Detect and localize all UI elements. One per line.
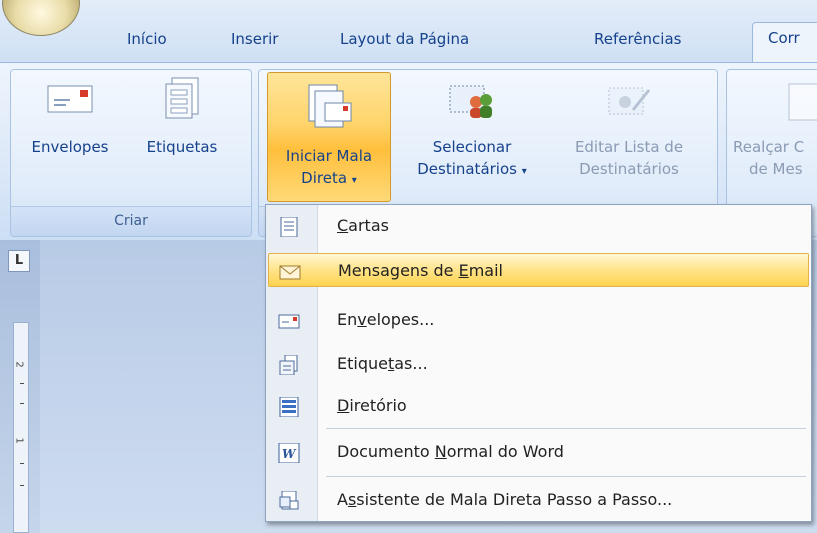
ruler-tick — [20, 485, 24, 486]
highlight-fields-icon — [788, 83, 817, 121]
tab-layout-da-pagina[interactable]: Layout da Página — [340, 28, 469, 62]
email-icon — [279, 265, 301, 280]
menu-item-label: Etiquetas... — [337, 354, 428, 373]
menu-item-cartas[interactable]: Cartas — [268, 209, 809, 243]
group-criar-label: Criar — [11, 206, 251, 236]
menu-item-documento-normal-do-word[interactable]: W Documento Normal do Word — [268, 435, 809, 469]
menu-item-envelopes[interactable]: Envelopes... — [268, 303, 809, 337]
ruler-tick — [20, 383, 24, 384]
menu-item-mensagens-de-email[interactable]: Mensagens de Email — [268, 253, 809, 287]
etiquetas-label: Etiquetas — [146, 138, 218, 156]
word-document-icon: W — [278, 443, 300, 463]
svg-text:W: W — [282, 447, 297, 461]
menu-item-label: Assistente de Mala Direta Passo a Passo.… — [337, 490, 673, 509]
menu-separator — [326, 476, 806, 477]
menu-item-assistente-mala-direta[interactable]: Assistente de Mala Direta Passo a Passo.… — [268, 483, 809, 517]
ribbon-tab-bar: Início Inserir Layout da Página Referênc… — [0, 0, 817, 64]
ruler-tick — [20, 463, 24, 464]
selecionar-label-line2: Destinatários ▾ — [417, 160, 527, 178]
selecionar-destinatarios-button[interactable]: Selecionar Destinatários ▾ — [397, 80, 547, 183]
realcar-label-line1: Realçar C — [733, 138, 805, 156]
envelopes-label: Envelopes — [31, 138, 109, 156]
iniciar-label-line2: Direta ▾ — [301, 169, 357, 187]
iniciar-mala-direta-button[interactable]: Iniciar Mala Direta ▾ — [267, 72, 391, 202]
ruler-number: 2 — [13, 361, 25, 368]
envelope-icon — [47, 85, 93, 113]
tab-correspondencias-label: Corr — [768, 29, 800, 47]
labels-icon — [279, 355, 298, 375]
menu-item-label: Documento Normal do Word — [337, 442, 564, 461]
etiquetas-button[interactable]: Etiquetas — [127, 77, 237, 158]
editar-lista-destinatarios-button[interactable]: Editar Lista de Destinatários — [549, 80, 709, 180]
directory-icon — [279, 397, 299, 417]
edit-recipient-list-icon — [608, 87, 651, 115]
editar-label-line1: Editar Lista de — [574, 138, 684, 156]
realcar-campos-button[interactable]: Realçar C de Mes — [733, 80, 817, 180]
tab-referencias[interactable]: Referências — [594, 28, 681, 62]
menu-item-label: Mensagens de Email — [338, 261, 503, 280]
envelope-icon — [278, 314, 300, 329]
vertical-ruler[interactable]: 2 1 — [13, 322, 29, 533]
mail-merge-icon — [308, 84, 352, 128]
tab-inicio[interactable]: Início — [127, 28, 167, 62]
menu-item-label: Envelopes... — [337, 310, 435, 329]
letter-icon — [280, 217, 298, 237]
menu-item-label: Cartas — [337, 216, 389, 235]
editar-label-line2: Destinatários — [579, 160, 679, 178]
labels-icon — [165, 77, 199, 119]
tab-inserir[interactable]: Inserir — [231, 28, 278, 62]
ruler-number: 1 — [13, 437, 25, 444]
group-criar: Envelopes Etiquetas Criar — [10, 69, 252, 237]
iniciar-mala-direta-menu: Cartas Mensagens de Email Envelopes... E… — [265, 204, 812, 522]
realcar-label-line2: de Mes — [749, 160, 803, 178]
menu-item-etiquetas[interactable]: Etiquetas... — [268, 347, 809, 381]
tab-correspondencias[interactable]: Corr — [752, 22, 817, 64]
envelopes-button[interactable]: Envelopes — [23, 80, 117, 158]
iniciar-label-line1: Iniciar Mala — [285, 147, 373, 165]
menu-item-diretorio[interactable]: Diretório — [268, 389, 809, 423]
ruler-tick — [20, 403, 24, 404]
menu-item-label: Diretório — [337, 396, 407, 415]
wizard-icon — [279, 491, 299, 510]
office-button[interactable] — [2, 0, 80, 36]
selecionar-label-line1: Selecionar — [432, 138, 512, 156]
menu-separator — [326, 428, 806, 429]
tab-selector-button[interactable]: L — [8, 250, 30, 272]
select-recipients-icon — [449, 85, 492, 118]
